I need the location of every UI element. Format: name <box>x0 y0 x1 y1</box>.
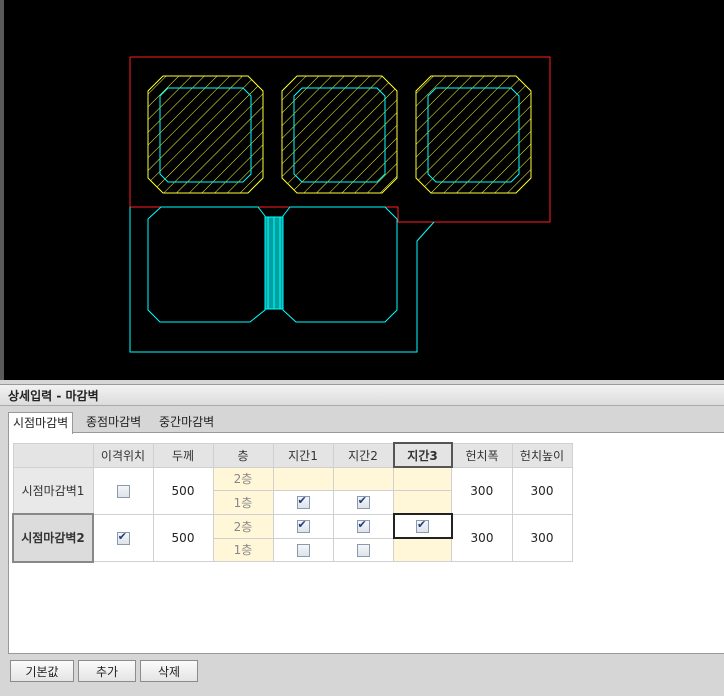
header-floor[interactable]: 층 <box>212 442 274 468</box>
span2-checkbox[interactable] <box>356 494 370 510</box>
separation-cell[interactable] <box>92 466 154 515</box>
span2-cell[interactable] <box>332 537 394 562</box>
span3-cell[interactable] <box>393 537 452 562</box>
separation-checkbox[interactable] <box>116 484 130 498</box>
span2-cell[interactable] <box>332 490 394 515</box>
header-span3[interactable]: 지간3 <box>392 442 453 468</box>
header-span2[interactable]: 지간2 <box>332 442 394 468</box>
span2-checkbox[interactable] <box>356 543 370 557</box>
span2-cell[interactable] <box>332 466 394 491</box>
span3-cell[interactable] <box>393 466 452 491</box>
separation-checkbox[interactable] <box>116 530 130 545</box>
row-name[interactable]: 시점마감벽1 <box>12 466 94 515</box>
hatched-cell-2 <box>281 75 398 194</box>
floor-label: 2층 <box>212 513 274 539</box>
span1-checkbox[interactable] <box>296 543 310 557</box>
cad-viewport[interactable] <box>0 0 724 380</box>
thickness-cell[interactable]: 500 <box>152 513 214 562</box>
panel-title: 상세입력 - 마감벽 <box>0 384 724 406</box>
detail-panel: 상세입력 - 마감벽 시점마감벽 종점마감벽 중간마감벽 이격위치 두께 층 지… <box>0 380 724 696</box>
table-row: 시점마감벽1 500 2층 300 300 <box>12 466 573 515</box>
haunch-width-cell[interactable]: 300 <box>451 466 513 515</box>
span3-cell[interactable] <box>393 490 452 515</box>
tab-content: 이격위치 두께 층 지간1 지간2 지간3 헌치폭 헌치높이 시점마감벽1 50… <box>8 432 724 654</box>
header-separation[interactable]: 이격위치 <box>92 442 154 468</box>
tab-end-finish-wall[interactable]: 종점마감벽 <box>82 412 145 432</box>
span3-checkbox[interactable] <box>416 518 429 533</box>
separation-cell[interactable] <box>92 513 154 562</box>
wall-grid: 이격위치 두께 층 지간1 지간2 지간3 헌치폭 헌치높이 시점마감벽1 50… <box>12 442 573 563</box>
hatched-cell-3 <box>415 75 532 194</box>
tab-middle-finish-wall[interactable]: 중간마감벽 <box>155 412 218 432</box>
haunch-width-cell[interactable]: 300 <box>451 513 513 562</box>
thickness-cell[interactable]: 500 <box>152 466 214 515</box>
tab-start-finish-wall[interactable]: 시점마감벽 <box>8 412 74 434</box>
hatched-cell-1 <box>147 75 264 194</box>
haunch-height-cell[interactable]: 300 <box>511 513 573 562</box>
span1-cell[interactable] <box>272 537 334 562</box>
delete-button[interactable]: 삭제 <box>140 660 198 682</box>
lower-structure <box>129 206 435 353</box>
header-haunch-width[interactable]: 헌치폭 <box>451 442 513 468</box>
floor-label: 1층 <box>212 537 274 562</box>
row-name[interactable]: 시점마감벽2 <box>12 513 94 563</box>
floor-label: 2층 <box>212 466 274 491</box>
floor-label: 1층 <box>212 490 274 515</box>
add-button[interactable]: 추가 <box>78 660 136 682</box>
span2-cell[interactable] <box>332 513 394 539</box>
span2-checkbox[interactable] <box>356 518 370 533</box>
grid-header-row: 이격위치 두께 층 지간1 지간2 지간3 헌치폭 헌치높이 <box>12 442 573 468</box>
header-haunch-height[interactable]: 헌치높이 <box>511 442 573 468</box>
header-corner <box>12 442 94 468</box>
cad-drawing <box>129 56 551 353</box>
button-bar: 기본값 추가 삭제 <box>0 656 724 696</box>
span1-cell[interactable] <box>272 513 334 539</box>
default-button[interactable]: 기본값 <box>10 660 74 682</box>
table-row: 시점마감벽2 500 2층 300 300 <box>12 513 573 563</box>
span1-cell[interactable] <box>272 466 334 491</box>
span1-checkbox[interactable] <box>296 518 310 533</box>
header-thickness[interactable]: 두께 <box>152 442 214 468</box>
span3-cell[interactable] <box>392 513 453 539</box>
header-span1[interactable]: 지간1 <box>272 442 334 468</box>
span1-checkbox[interactable] <box>296 494 310 510</box>
span1-cell[interactable] <box>272 490 334 515</box>
haunch-height-cell[interactable]: 300 <box>511 466 573 515</box>
